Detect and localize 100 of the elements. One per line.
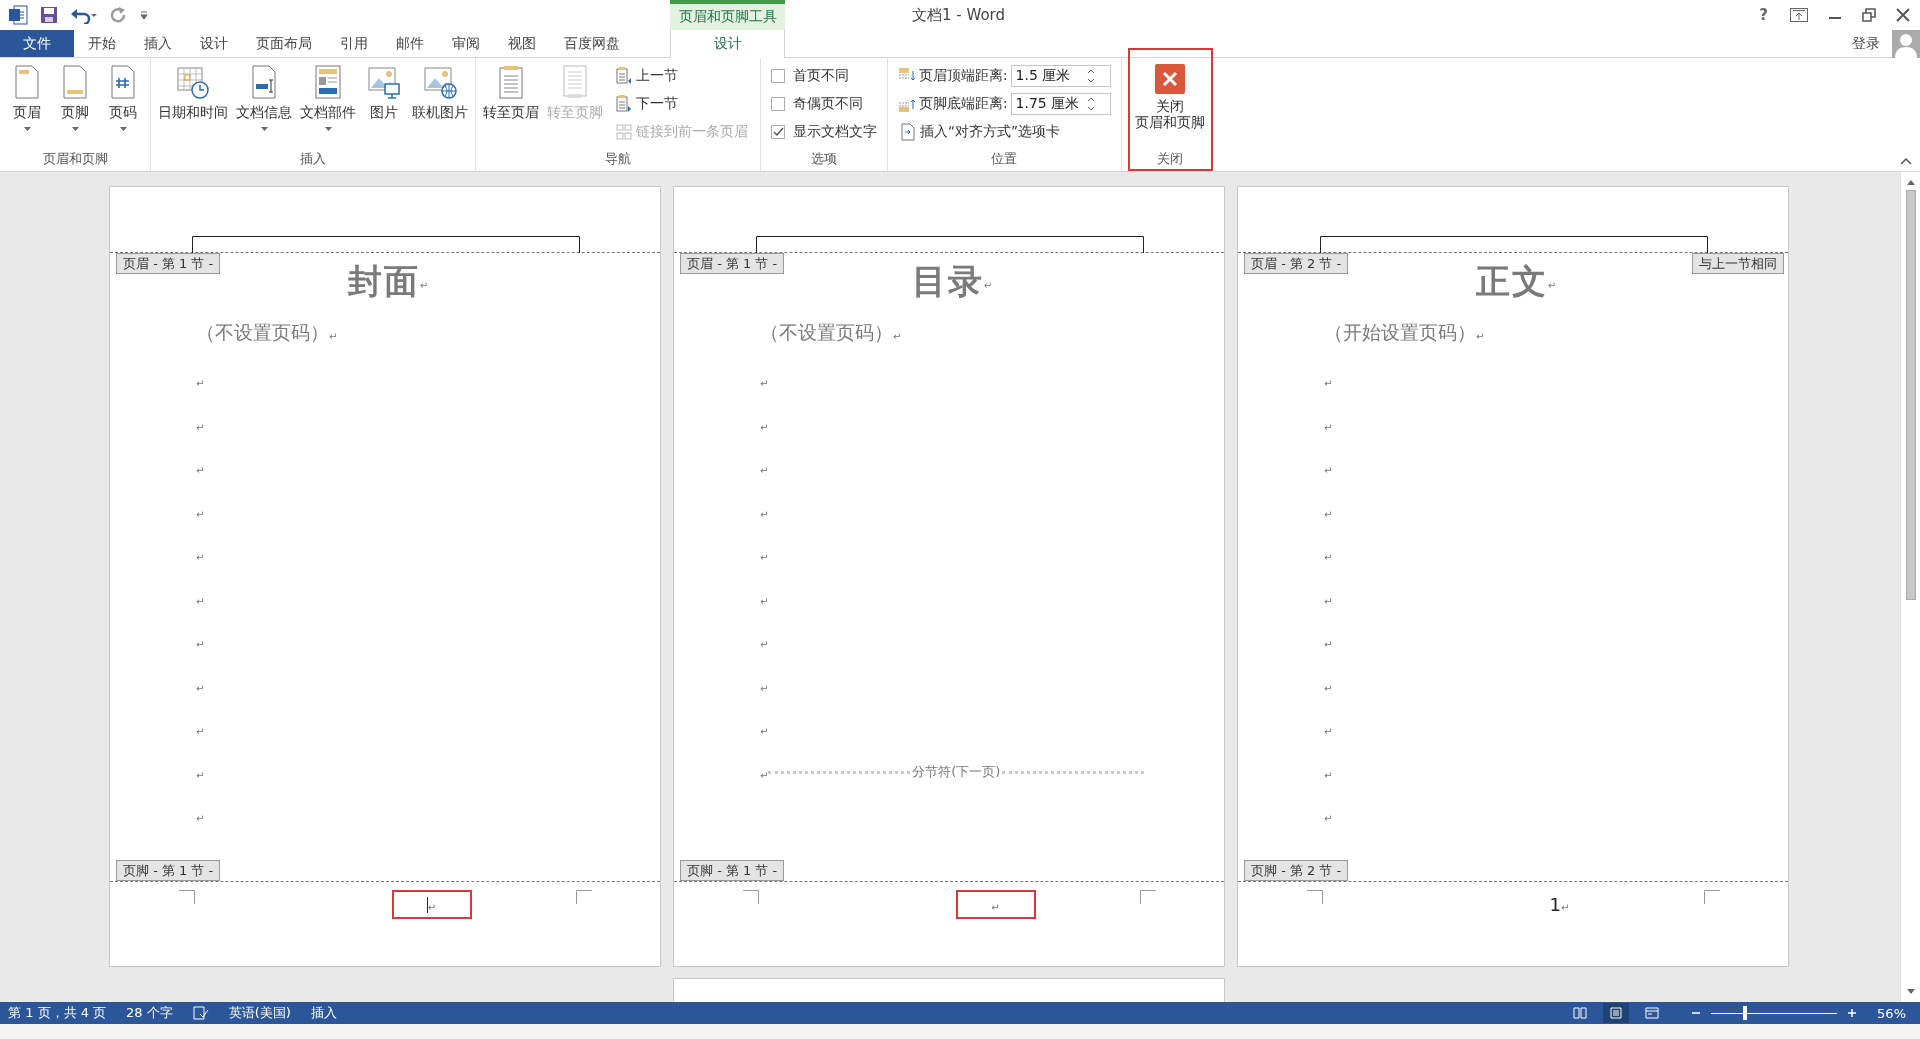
dropdown-caret-icon xyxy=(324,127,332,131)
ribbon-button[interactable]: 关闭 页眉和页脚 xyxy=(1131,62,1208,132)
ribbon-tab[interactable]: 页面布局 xyxy=(242,30,326,57)
paragraph-mark: ↵ xyxy=(1324,769,1333,781)
spin-field[interactable]: 1.5 厘米 xyxy=(1010,65,1111,87)
paragraph-mark: ↵ xyxy=(760,595,769,607)
window-title: 文档1 - Word xyxy=(911,5,1007,25)
status-text[interactable]: 28 个字 xyxy=(126,1004,173,1022)
header-tag: 页眉 - 第 1 节 - xyxy=(680,253,785,274)
proofing-icon[interactable] xyxy=(192,1006,209,1020)
paragraph-mark: ↵ xyxy=(196,726,205,738)
paragraph-mark: ↵ xyxy=(1324,552,1333,564)
ribbon-tab[interactable]: 插入 xyxy=(130,30,186,57)
spin-arrows-icon xyxy=(1085,68,1096,84)
field-label: 页脚底端距离: xyxy=(919,95,1008,113)
slider-thumb[interactable] xyxy=(1743,1006,1748,1020)
paragraph-mark: ↵ xyxy=(1324,639,1333,651)
insert-tab-icon xyxy=(900,123,916,141)
redo-icon[interactable] xyxy=(110,6,128,24)
close-icon[interactable] xyxy=(1896,8,1910,22)
group-label: 导航 xyxy=(604,150,632,168)
ribbon-button[interactable]: 转至页眉 xyxy=(480,62,542,122)
dropdown-caret-icon xyxy=(260,127,268,131)
paragraph-mark: ↵ xyxy=(1324,726,1333,738)
ribbon-button[interactable]: 页码 xyxy=(100,62,146,141)
checkbox[interactable] xyxy=(771,69,785,83)
paragraph-mark: ↵ xyxy=(196,639,205,651)
scroll-down-icon[interactable] xyxy=(1905,988,1916,996)
paragraph-mark: ↵ xyxy=(196,769,205,781)
status-text[interactable]: 第 1 页，共 4 页 xyxy=(8,1004,107,1022)
zoom-level[interactable]: 56% xyxy=(1877,1005,1906,1021)
crop-mark xyxy=(576,890,592,904)
footer-content[interactable]: ↵ xyxy=(391,890,472,919)
paragraph-mark: ↵ xyxy=(1324,508,1333,520)
paragraph-mark: ↵ xyxy=(760,769,769,781)
ribbon-tab[interactable]: 设计 xyxy=(670,30,785,58)
restore-icon[interactable] xyxy=(1862,8,1876,22)
spin-field[interactable]: 1.75 厘米 xyxy=(1010,93,1111,115)
ribbon-tab[interactable]: 百度网盘 xyxy=(550,30,634,57)
page-subtitle: （不设置页码） xyxy=(760,320,893,345)
group-label: 选项 xyxy=(810,150,838,168)
paragraph-mark: ↵ xyxy=(196,421,205,433)
ribbon-tab[interactable]: 引用 xyxy=(326,30,382,57)
group-label: 位置 xyxy=(990,150,1019,168)
paragraph-mark: ↵ xyxy=(1324,682,1333,694)
same-as-previous-tag: 与上一节相同 xyxy=(1692,253,1784,274)
ribbon-button[interactable]: 日期和时间 xyxy=(155,62,231,122)
status-text[interactable]: 插入 xyxy=(310,1004,337,1022)
undo-icon[interactable] xyxy=(70,6,98,24)
view-button[interactable] xyxy=(1603,1003,1630,1023)
paragraph-mark: ↵ xyxy=(196,813,205,825)
ribbon-tab[interactable]: 审阅 xyxy=(438,30,494,57)
app-logo-icon xyxy=(8,5,28,25)
sign-in-link[interactable]: 登录 xyxy=(1846,30,1886,57)
ribbon-button[interactable]: 上一节 xyxy=(614,64,750,88)
checkbox[interactable] xyxy=(771,97,785,111)
ribbon-button[interactable]: 图片 xyxy=(361,62,407,122)
customize-caret-icon[interactable] xyxy=(140,10,148,20)
page-title: 正文 xyxy=(1475,260,1548,303)
spin-arrows-icon xyxy=(1085,96,1096,112)
zoom-in-icon[interactable] xyxy=(1847,1008,1858,1018)
field-label: 页眉顶端距离: xyxy=(919,67,1008,85)
footer-content[interactable]: ↵ xyxy=(955,890,1036,919)
help-button[interactable]: ? xyxy=(1757,6,1770,24)
online-picture-icon xyxy=(423,64,457,100)
paragraph-mark: ↵ xyxy=(196,508,205,520)
status-text[interactable]: 英语(美国) xyxy=(228,1004,291,1022)
checkbox-label: 显示文档文字 xyxy=(793,123,877,141)
ribbon-display-icon[interactable] xyxy=(1790,8,1808,22)
crop-mark xyxy=(179,890,195,904)
scrollbar[interactable] xyxy=(1900,172,1920,1002)
ribbon-tab[interactable]: 开始 xyxy=(74,30,130,57)
crop-mark xyxy=(1140,890,1156,904)
file-tab[interactable]: 文件 xyxy=(0,30,74,57)
ribbon-button[interactable]: 插入“对齐方式”选项卡 xyxy=(898,120,1111,144)
save-icon[interactable] xyxy=(40,6,58,24)
ribbon-tab[interactable]: 邮件 xyxy=(382,30,438,57)
dropdown-caret-icon xyxy=(23,127,31,131)
ribbon-tab[interactable]: 视图 xyxy=(494,30,550,57)
footer-content[interactable]: 1↵ xyxy=(1519,890,1600,919)
scroll-up-icon[interactable] xyxy=(1905,178,1916,186)
paragraph-mark: ↵ xyxy=(1324,813,1333,825)
link-previous-icon xyxy=(616,123,632,141)
ribbon-button[interactable]: 文档信息 xyxy=(233,62,295,141)
dropdown-caret-icon xyxy=(71,127,79,131)
checkbox[interactable] xyxy=(771,125,785,139)
paragraph-mark: ↵ xyxy=(1324,595,1333,607)
ribbon-button[interactable]: 文档部件 xyxy=(297,62,359,141)
ribbon-button[interactable]: 联机图片 xyxy=(409,62,471,122)
group-label: 插入 xyxy=(299,150,327,168)
collapse-ribbon-icon[interactable] xyxy=(1900,157,1912,165)
scroll-thumb[interactable] xyxy=(1905,190,1916,600)
checkbox-label: 奇偶页不同 xyxy=(793,95,863,113)
paragraph-mark: ↵ xyxy=(760,465,769,477)
checkbox-label: 首页不同 xyxy=(793,67,849,85)
ribbon-tab[interactable]: 设计 xyxy=(186,30,242,57)
ribbon-button[interactable]: 下一节 xyxy=(614,92,750,116)
page-title: 目录 xyxy=(911,260,984,303)
ribbon-button[interactable]: 页眉 xyxy=(4,62,50,141)
ribbon-button[interactable]: 页脚 xyxy=(52,62,98,141)
